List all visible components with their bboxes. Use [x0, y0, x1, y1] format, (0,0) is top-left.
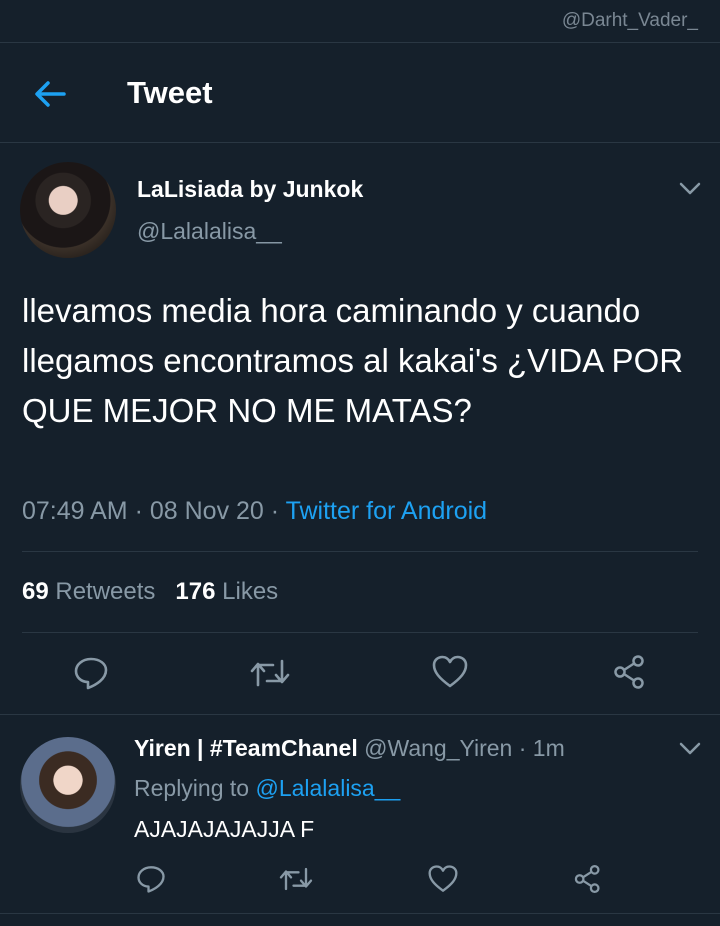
reply-header: Yiren | #TeamChanel @Wang_Yiren · 1m [134, 735, 565, 761]
reply-avatar[interactable] [20, 737, 116, 833]
page-title: Tweet [127, 75, 213, 110]
tweet-time: 07:49 AM [22, 497, 128, 525]
likes-label: Likes [222, 578, 279, 605]
reply-options-button[interactable] [677, 741, 703, 757]
header-bar: Tweet [0, 43, 720, 143]
likes-count: 176 [175, 578, 216, 605]
replying-prefix: Replying to [134, 775, 250, 801]
reply-icon [74, 657, 108, 690]
reply-button[interactable] [72, 655, 110, 696]
heart-icon [428, 865, 458, 892]
reply-reply-button[interactable] [135, 864, 167, 899]
divider [22, 632, 698, 633]
chevron-down-icon [679, 182, 701, 195]
retweets-count: 69 [22, 578, 49, 605]
retweet-icon [279, 867, 313, 891]
retweet-icon [250, 659, 290, 687]
replying-to: Replying to @Lalalalisa__ [134, 775, 400, 802]
heart-icon [432, 655, 468, 688]
tweet-stats: 69 Retweets 176 Likes [22, 578, 278, 606]
watermark: @Darht_Vader_ [561, 10, 698, 31]
retweet-button[interactable] [249, 655, 291, 696]
share-icon [574, 864, 600, 894]
tweet-source-link[interactable]: Twitter for Android [286, 497, 487, 525]
share-icon [614, 655, 644, 689]
tweet-options-button[interactable] [677, 181, 703, 197]
divider [0, 714, 720, 715]
reply-icon [137, 866, 165, 893]
likes-stat[interactable]: 176 Likes [175, 578, 278, 605]
tweet-date: 08 Nov 20 [149, 497, 264, 525]
tweet-text: llevamos media hora caminando y cuando l… [22, 292, 684, 429]
reply-like-button[interactable] [427, 864, 459, 899]
reply-time: 1m [532, 735, 565, 761]
back-button[interactable] [30, 79, 70, 109]
reply-text: AJAJAJAJAJJA F [134, 816, 315, 842]
arrow-left-icon [35, 81, 66, 107]
share-button[interactable] [611, 654, 649, 695]
reply-display-name[interactable]: Yiren | #TeamChanel [134, 735, 358, 761]
like-button[interactable] [431, 654, 469, 695]
retweets-stat[interactable]: 69 Retweets [22, 578, 155, 605]
replying-to-mention[interactable]: @Lalalalisa__ [255, 775, 400, 801]
divider [22, 551, 698, 552]
header-divider [0, 142, 720, 143]
reply-retweet-button[interactable] [278, 864, 314, 899]
avatar[interactable] [20, 162, 116, 258]
author-display-name[interactable]: LaLisiada by Junkok [137, 176, 363, 203]
author-handle[interactable]: @Lalalalisa__ [137, 218, 282, 245]
reply-handle[interactable]: @Wang_Yiren [364, 735, 512, 761]
retweets-label: Retweets [55, 578, 156, 605]
divider [0, 913, 720, 914]
tweet-meta: 07:49 AM · 08 Nov 20 · Twitter for Andro… [22, 497, 488, 525]
reply-share-button[interactable] [572, 864, 604, 899]
chevron-down-icon [679, 742, 701, 755]
